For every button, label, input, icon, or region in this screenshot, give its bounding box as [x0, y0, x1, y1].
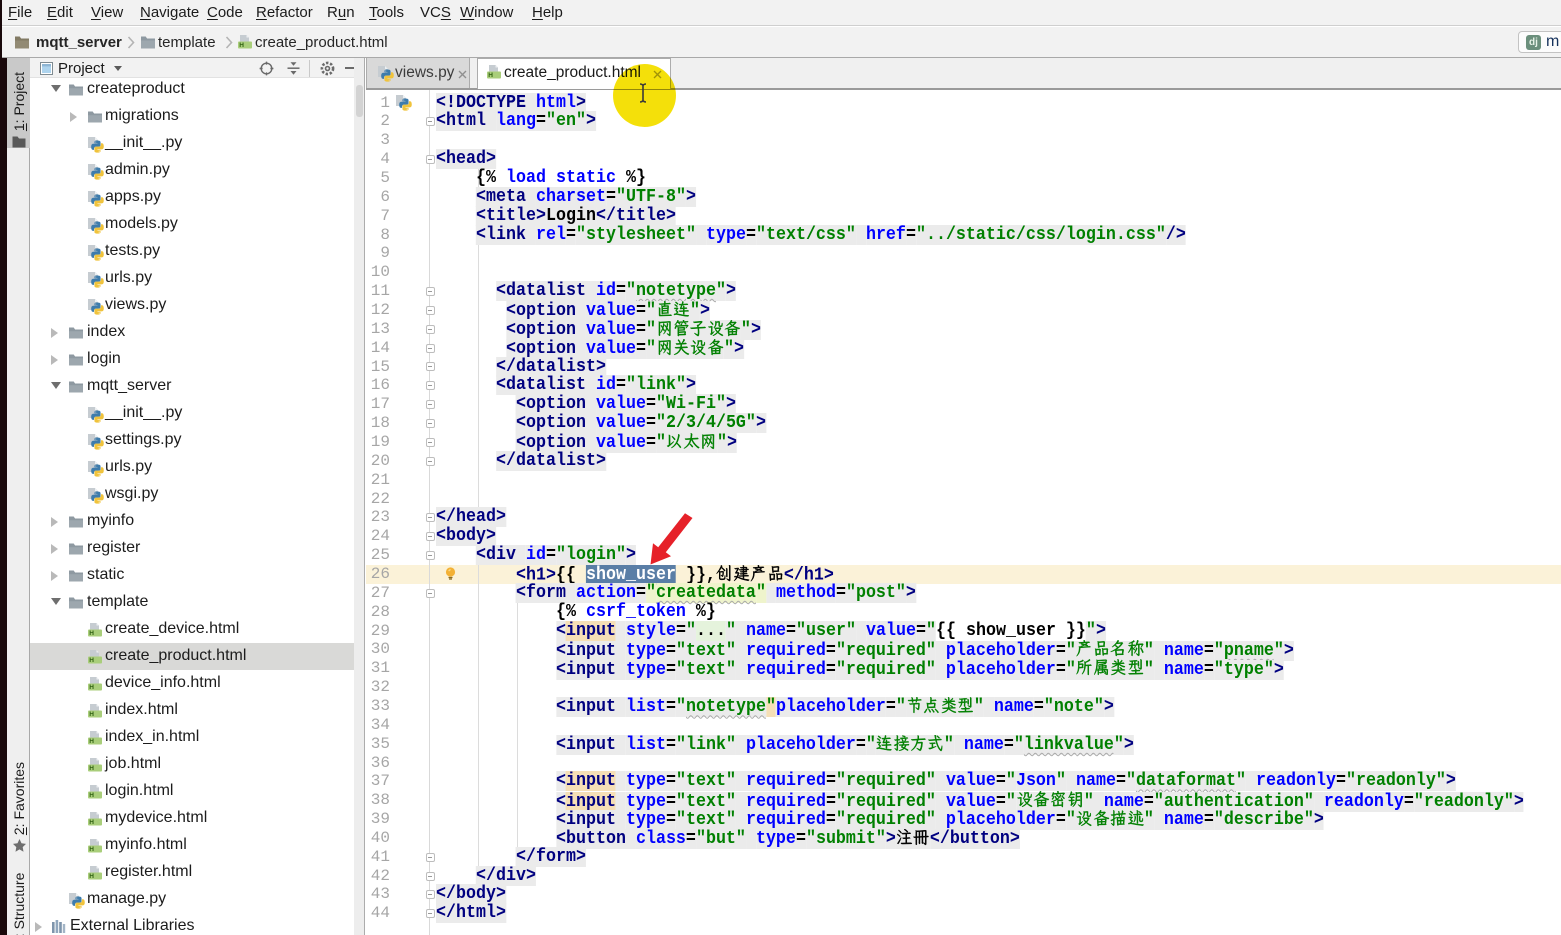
- svg-text:H: H: [89, 873, 94, 880]
- svg-text:H: H: [89, 630, 94, 637]
- svg-text:H: H: [89, 792, 94, 799]
- svg-text:H: H: [89, 711, 94, 718]
- svg-text:H: H: [89, 657, 94, 664]
- svg-text:H: H: [239, 42, 244, 49]
- svg-text:H: H: [89, 738, 94, 745]
- svg-text:H: H: [89, 819, 94, 826]
- svg-text:H: H: [89, 846, 94, 853]
- svg-text:H: H: [89, 684, 94, 691]
- svg-text:H: H: [89, 765, 94, 772]
- svg-text:H: H: [488, 72, 493, 79]
